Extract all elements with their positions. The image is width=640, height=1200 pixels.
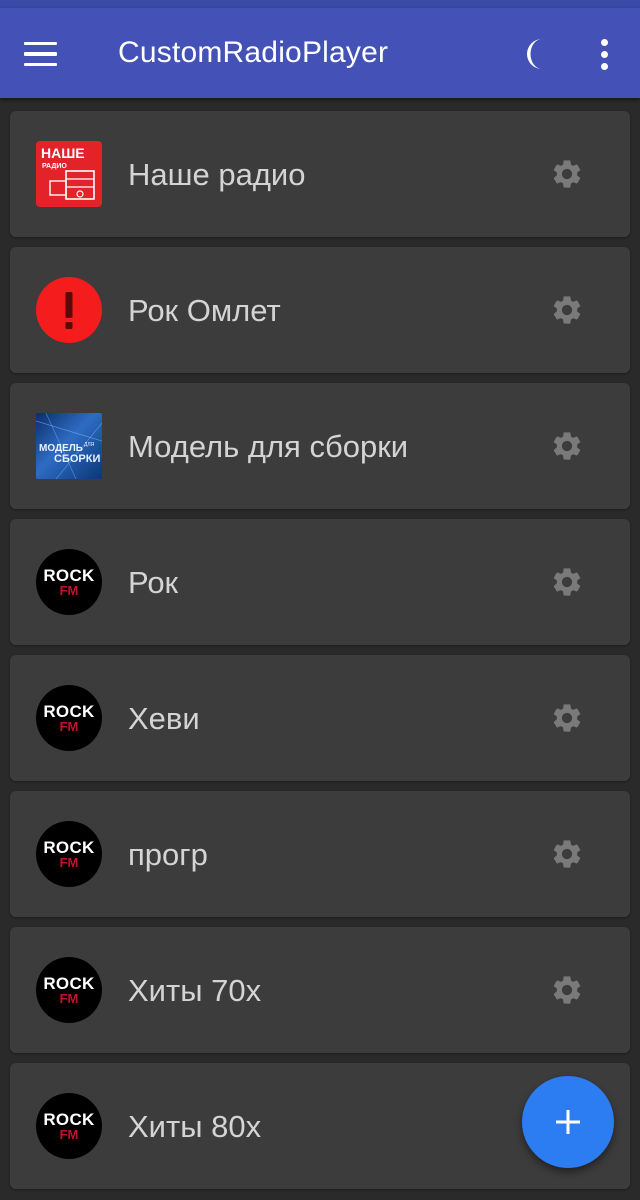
app-title: CustomRadioPlayer: [118, 36, 389, 69]
station-name: Хиты 70х: [128, 973, 262, 1008]
add-station-button[interactable]: [522, 1076, 614, 1168]
gear-icon[interactable]: [550, 837, 584, 871]
station-card[interactable]: МОДЕЛЬ ДЛЯ СБОРКИ Модель для сборки: [10, 383, 630, 509]
gear-icon[interactable]: [550, 701, 584, 735]
rock-fm-logo: ROCK FM: [36, 957, 102, 1023]
station-card[interactable]: ROCK FM Хеви: [10, 655, 630, 781]
logo-text: FM: [59, 854, 79, 870]
station-list: НАШЕ РАДИО Наше радио Рок Омлет МОДЕЛЬ Д…: [0, 98, 640, 1200]
station-name: прогр: [128, 837, 208, 872]
station-name: Рок: [128, 565, 179, 600]
gear-icon[interactable]: [550, 973, 584, 1007]
station-card[interactable]: ROCK FM Рок: [10, 519, 630, 645]
gear-icon[interactable]: [550, 157, 584, 191]
status-bar: [0, 0, 640, 8]
logo-text: НАШЕ: [41, 145, 85, 161]
station-card[interactable]: НАШЕ РАДИО Наше радио: [10, 111, 630, 237]
add-icon: [556, 1110, 580, 1134]
logo-text: СБОРКИ: [54, 453, 100, 465]
hamburger-menu-icon[interactable]: [24, 32, 68, 76]
logo-text: ROCK: [43, 837, 95, 857]
station-name: Хеви: [128, 701, 200, 736]
gear-icon[interactable]: [550, 565, 584, 599]
gear-icon[interactable]: [550, 429, 584, 463]
station-name: Рок Омлет: [128, 293, 281, 328]
station-name: Хиты 80х: [128, 1109, 262, 1144]
logo-text: ROCK: [43, 565, 95, 585]
station-card[interactable]: Рок Омлет: [10, 247, 630, 373]
more-vert-icon[interactable]: [586, 34, 622, 74]
logo-text: FM: [59, 582, 79, 598]
logo-text: FM: [59, 990, 79, 1006]
gear-icon[interactable]: [550, 293, 584, 327]
logo-text: ДЛЯ: [84, 442, 95, 448]
logo-text: ROCK: [43, 973, 95, 993]
rock-fm-logo: ROCK FM: [36, 1093, 102, 1159]
rock-fm-logo: ROCK FM: [36, 821, 102, 887]
station-name: Наше радио: [128, 157, 306, 192]
model-dlya-sborki-logo: МОДЕЛЬ ДЛЯ СБОРКИ: [36, 413, 102, 479]
app-bar: CustomRadioPlayer: [0, 8, 640, 98]
logo-text: FM: [59, 718, 79, 734]
logo-text: РАДИО: [42, 163, 67, 170]
error-alert-icon: [36, 277, 102, 343]
logo-text: ROCK: [43, 1109, 95, 1129]
rock-fm-logo: ROCK FM: [36, 549, 102, 615]
rock-fm-logo: ROCK FM: [36, 685, 102, 751]
logo-text: ROCK: [43, 701, 95, 721]
nashe-radio-logo: НАШЕ РАДИО: [36, 141, 102, 207]
station-card[interactable]: ROCK FM прогр: [10, 791, 630, 917]
moon-icon[interactable]: [518, 34, 558, 74]
logo-text: FM: [59, 1126, 79, 1142]
station-card[interactable]: ROCK FM Хиты 70х: [10, 927, 630, 1053]
station-name: Модель для сборки: [128, 429, 409, 464]
